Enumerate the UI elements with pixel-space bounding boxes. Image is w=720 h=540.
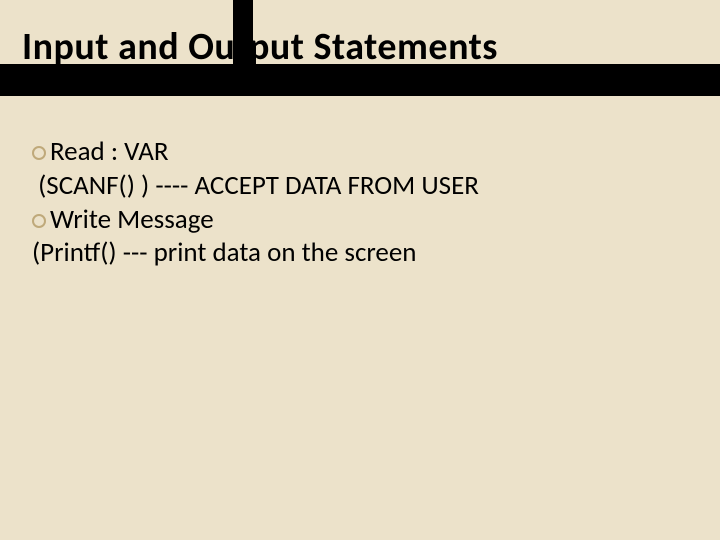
bullet-head: Read : VAR [50,135,169,168]
bullet-subtext: (SCANF() ) ---- ACCEPT DATA FROM USER [32,169,692,203]
bullet-subtext: (Printf() --- print data on the screen [32,236,692,270]
bullet-head: Write Message [50,203,214,236]
slide-body: Read : VAR (SCANF() ) ---- ACCEPT DATA F… [32,135,692,270]
bullet-icon [32,214,46,228]
list-item: Read : VAR [32,135,692,169]
list-item: Write Message [32,203,692,237]
bullet-icon [32,146,46,160]
slide-title: Input and Output Statements [22,24,498,70]
header-band: Input and Output Statements [0,0,720,96]
